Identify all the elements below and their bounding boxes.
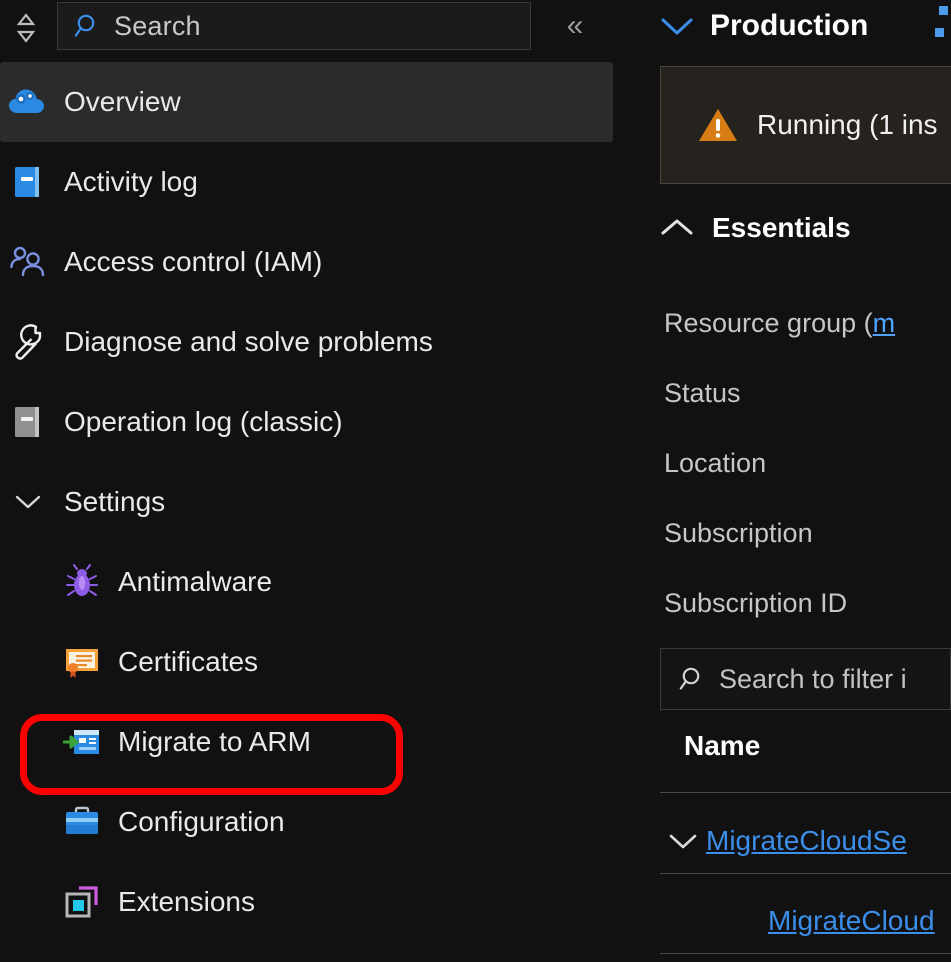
resource-group-link[interactable]: m [873, 308, 896, 339]
sidebar-item-antimalware[interactable]: Antimalware [0, 542, 640, 622]
grey-book-icon [6, 400, 50, 444]
certificate-icon [62, 642, 102, 682]
warning-triangle-icon [697, 106, 739, 144]
bug-icon [62, 562, 102, 602]
wrench-icon [6, 320, 50, 364]
filter-input[interactable]: Search to filter i [660, 648, 951, 710]
chevron-down-icon[interactable] [660, 15, 694, 37]
essentials-section-header[interactable]: Essentials [660, 202, 851, 254]
filter-placeholder: Search to filter i [719, 664, 907, 695]
cloud-gear-icon [6, 80, 50, 124]
essentials-row-subscription-id: Subscription ID [664, 568, 951, 638]
table-divider [660, 873, 951, 874]
sidebar-item-label: Configuration [118, 806, 285, 838]
people-icon [6, 240, 50, 284]
search-icon [679, 665, 707, 693]
sidebar-group-settings[interactable]: Settings [0, 462, 640, 542]
table-column-header-name[interactable]: Name [684, 730, 760, 762]
sidebar-item-label: Certificates [118, 646, 258, 678]
blue-book-icon [6, 160, 50, 204]
table-divider [660, 953, 951, 954]
search-placeholder: Search [114, 11, 201, 42]
resource-menu-pane: Search « Overview [0, 0, 640, 962]
sidebar-item-activity-log[interactable]: Activity log [0, 142, 640, 222]
sidebar-item-label: Migrate to ARM [118, 726, 311, 758]
sidebar-item-extensions[interactable]: Extensions [0, 862, 640, 942]
sidebar-item-label: Diagnose and solve problems [64, 326, 433, 358]
sidebar-item-label: Access control (IAM) [64, 246, 322, 278]
table-cell-name-link[interactable]: MigrateCloudSe [706, 825, 907, 857]
search-input[interactable]: Search [57, 2, 531, 50]
essentials-row-label: Location [664, 448, 766, 479]
double-chevron-left-icon[interactable]: « [555, 6, 595, 46]
azure-portal-screenshot: Search « Overview [0, 0, 951, 962]
essentials-row-location: Location [664, 428, 951, 498]
essentials-list: Resource group (m Status Location Subscr… [664, 288, 951, 638]
essentials-row-label: Subscription ID [664, 588, 847, 619]
table-row[interactable]: MigrateCloudSe [660, 806, 907, 876]
resource-menu-list: Overview Activity log [0, 62, 640, 942]
status-banner: Running (1 ins [660, 66, 951, 184]
sidebar-item-label: Operation log (classic) [64, 406, 343, 438]
essentials-label: Essentials [712, 212, 851, 244]
table-cell-name-link[interactable]: MigrateCloud [768, 905, 935, 937]
sidebar-item-label: Activity log [64, 166, 198, 198]
clipped-link-fragment [933, 2, 949, 48]
essentials-row-label: Resource group ( [664, 308, 873, 339]
essentials-row-status: Status [664, 358, 951, 428]
chevron-down-icon[interactable] [660, 831, 706, 851]
table-divider [660, 792, 951, 793]
page-title-row: Production [660, 0, 868, 52]
sidebar-item-operation-log[interactable]: Operation log (classic) [0, 382, 640, 462]
sidebar-item-label: Antimalware [118, 566, 272, 598]
status-badge: Running (1 ins [757, 109, 938, 141]
sidebar-item-access-control[interactable]: Access control (IAM) [0, 222, 640, 302]
search-icon [74, 12, 102, 40]
menu-toolbar: Search « [0, 0, 640, 58]
sidebar-item-label: Extensions [118, 886, 255, 918]
chevron-up-icon [660, 218, 694, 238]
essentials-row-label: Subscription [664, 518, 813, 549]
sidebar-group-label: Settings [64, 486, 165, 518]
essentials-row-subscription: Subscription [664, 498, 951, 568]
essentials-row-resource-group: Resource group (m [664, 288, 951, 358]
essentials-row-label: Status [664, 378, 741, 409]
updown-diamond-icon[interactable] [8, 8, 44, 48]
table-row[interactable]: MigrateCloud [660, 886, 935, 956]
sidebar-item-overview[interactable]: Overview [0, 62, 613, 142]
sidebar-item-diagnose[interactable]: Diagnose and solve problems [0, 302, 640, 382]
chevron-down-icon [6, 493, 50, 511]
sidebar-item-certificates[interactable]: Certificates [0, 622, 640, 702]
extensions-icon [62, 882, 102, 922]
toolbox-icon [62, 802, 102, 842]
migrate-arm-icon [62, 722, 102, 762]
sidebar-item-configuration[interactable]: Configuration [0, 782, 640, 862]
sidebar-item-migrate-to-arm[interactable]: Migrate to ARM [0, 702, 640, 782]
sidebar-item-label: Overview [64, 86, 181, 118]
page-title: Production [710, 9, 868, 43]
